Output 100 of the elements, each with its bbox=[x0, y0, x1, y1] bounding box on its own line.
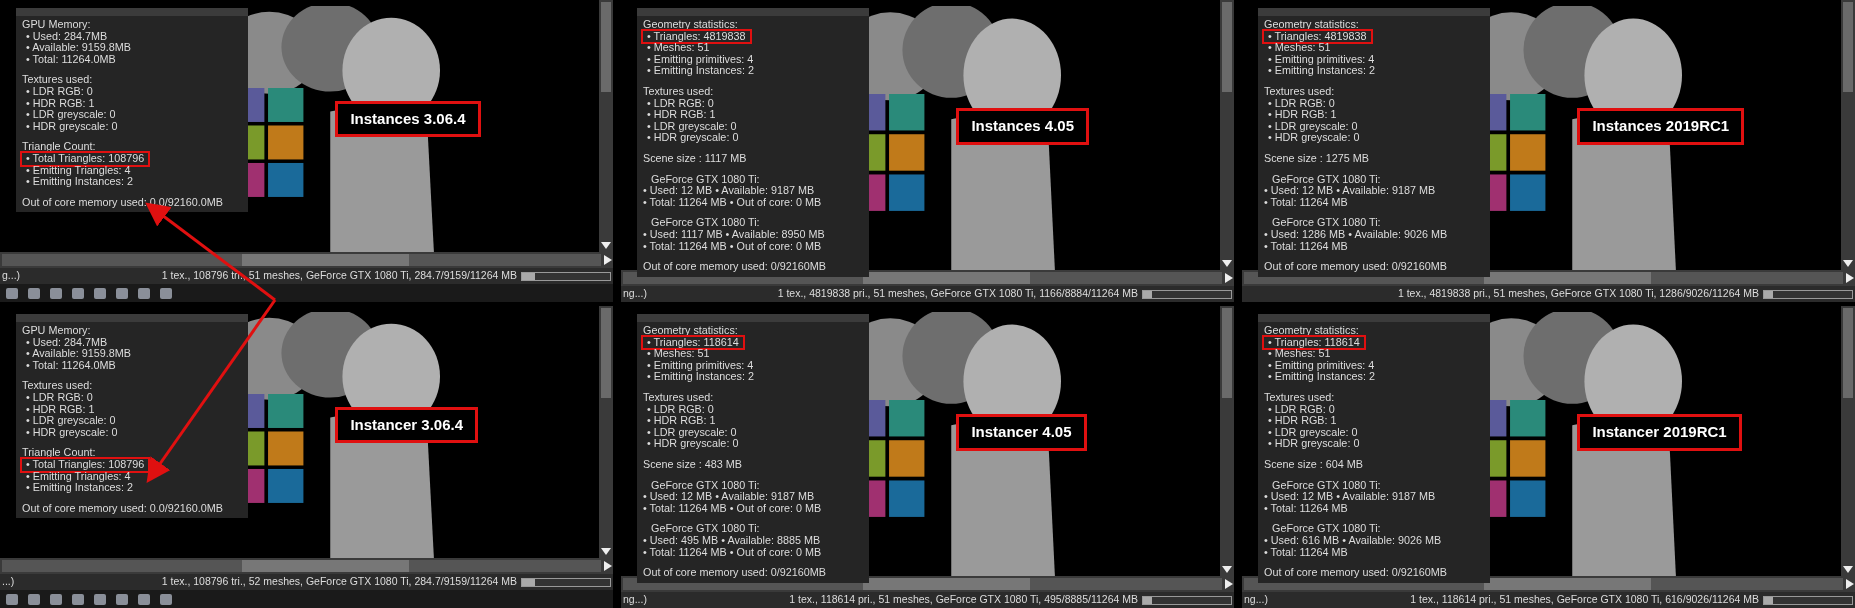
toolbar-icon[interactable] bbox=[72, 287, 84, 299]
stats-line: • LDR RGB: 0 bbox=[1267, 403, 1335, 416]
scrollbar-thumb[interactable] bbox=[1843, 2, 1853, 92]
stats-line: • Emitting Instances: 2 bbox=[1267, 65, 1375, 77]
scroll-right-icon[interactable] bbox=[603, 561, 613, 571]
stats-line: • HDR greyscale: 0 bbox=[1267, 438, 1360, 450]
toolbar-icon[interactable] bbox=[160, 287, 172, 299]
stats-line: • LDR greyscale: 0 bbox=[25, 415, 116, 427]
stats-line: GeForce GTX 1080 Ti: bbox=[650, 523, 760, 535]
stats-line: • Total: 11264 MB • Out of core: 0 MB bbox=[643, 502, 822, 515]
stats-line: • HDR greyscale: 0 bbox=[1267, 132, 1360, 144]
scrollbar-thumb[interactable] bbox=[1222, 308, 1232, 398]
stats-line: • Used: 1286 MB • Available: 9026 MB bbox=[1264, 228, 1448, 241]
stats-line: Out of core memory used: 0.0/92160.0MB bbox=[22, 196, 225, 209]
stats-line: • Total: 11264.0MB bbox=[25, 359, 116, 372]
stats-line: • Emitting primitives: 4 bbox=[1267, 359, 1375, 372]
scroll-right-icon[interactable] bbox=[603, 255, 613, 265]
scrollbar-thumb[interactable] bbox=[601, 308, 611, 398]
scrollbar-thumb[interactable] bbox=[241, 560, 410, 572]
stats-line: • Used: 284.7MB bbox=[25, 336, 108, 349]
stats-line: • Emitting Instances: 2 bbox=[1267, 371, 1375, 383]
scroll-right-icon[interactable] bbox=[1845, 273, 1855, 283]
scrollbar-thumb[interactable] bbox=[601, 2, 611, 92]
toolbar-icon[interactable] bbox=[94, 287, 106, 299]
scroll-right-icon[interactable] bbox=[1224, 579, 1234, 589]
stats-line: • Total Triangles: 108796 bbox=[22, 458, 149, 471]
stats-line: GeForce GTX 1080 Ti: bbox=[1271, 523, 1381, 535]
toolbar-icon[interactable] bbox=[138, 287, 150, 299]
stats-line: • LDR RGB: 0 bbox=[25, 391, 93, 404]
scrollbar-thumb[interactable] bbox=[862, 578, 1031, 590]
stats-line: GPU Memory: bbox=[22, 325, 91, 337]
stats-line: GeForce GTX 1080 Ti: bbox=[650, 173, 760, 186]
stats-line: • Total: 11264 MB • Out of core: 0 MB bbox=[643, 240, 822, 253]
stats-line: Out of core memory used: 0/92160MB bbox=[643, 567, 828, 579]
toolbar-icon[interactable] bbox=[6, 287, 18, 299]
toolbar-icon[interactable] bbox=[160, 593, 172, 605]
stats-line: • Total: 11264 MB • Out of core: 0 MB bbox=[643, 196, 822, 209]
stats-line: • HDR RGB: 1 bbox=[646, 109, 716, 121]
toolbar-icon[interactable] bbox=[6, 593, 18, 605]
scroll-down-icon[interactable] bbox=[1222, 258, 1232, 268]
status-text: 1 tex., 118614 pri., 51 meshes, GeForce GTX 1080 Ti, 616/9026/11264 MB bbox=[1410, 592, 1759, 608]
toolbar-icon[interactable] bbox=[116, 287, 128, 299]
status-text: g...) bbox=[2, 268, 21, 284]
stats-line: • Used: 12 MB • Available: 9187 MB bbox=[643, 185, 815, 197]
stats-line: Out of core memory used: 0/92160MB bbox=[1264, 567, 1449, 579]
scroll-right-icon[interactable] bbox=[1845, 579, 1855, 589]
stats-line: • Used: 616 MB • Available: 9026 MB bbox=[1264, 534, 1442, 547]
stats-line: • Emitting primitives: 4 bbox=[646, 53, 754, 66]
stats-line: • Triangles: 4819838 bbox=[1264, 30, 1371, 43]
stats-line: • Used: 284.7MB bbox=[25, 30, 108, 43]
scrollbar-thumb[interactable] bbox=[241, 254, 410, 266]
stats-line: • Emitting Instances: 2 bbox=[25, 482, 133, 494]
stats-line: GeForce GTX 1080 Ti: bbox=[650, 217, 760, 229]
scroll-down-icon[interactable] bbox=[1843, 564, 1853, 574]
scroll-down-icon[interactable] bbox=[1843, 258, 1853, 268]
stats-line: GPU Memory: bbox=[22, 19, 91, 31]
stats-line: • Total Triangles: 108796 bbox=[22, 152, 149, 165]
stats-line: • HDR greyscale: 0 bbox=[25, 120, 118, 133]
stats-line: • Used: 495 MB • Available: 8885 MB bbox=[643, 534, 821, 547]
stats-line: • Triangles: 118614 bbox=[1264, 336, 1364, 349]
stats-line: • LDR RGB: 0 bbox=[646, 97, 714, 110]
stats-line: Scene size : 1275 MB bbox=[1264, 152, 1370, 165]
toolbar-icon[interactable] bbox=[50, 287, 62, 299]
toolbar-icon[interactable] bbox=[72, 593, 84, 605]
stats-line: Geometry statistics: bbox=[643, 325, 738, 337]
stats-line: • LDR RGB: 0 bbox=[646, 403, 714, 416]
scroll-right-icon[interactable] bbox=[1224, 273, 1234, 283]
stats-line: Geometry statistics: bbox=[1264, 19, 1359, 31]
toolbar-icon[interactable] bbox=[116, 593, 128, 605]
scroll-down-icon[interactable] bbox=[601, 240, 611, 250]
toolbar-icon[interactable] bbox=[94, 593, 106, 605]
scroll-down-icon[interactable] bbox=[601, 546, 611, 556]
stats-line: • LDR greyscale: 0 bbox=[646, 426, 737, 439]
toolbar-icon[interactable] bbox=[138, 593, 150, 605]
stats-line: • Total: 11264 MB bbox=[1264, 196, 1348, 209]
scrollbar-thumb[interactable] bbox=[1222, 2, 1232, 92]
stats-line: • Emitting Triangles: 4 bbox=[25, 164, 131, 177]
stats-line: GeForce GTX 1080 Ti: bbox=[1271, 479, 1381, 492]
stats-line: • LDR RGB: 0 bbox=[25, 85, 93, 98]
stats-line: • HDR greyscale: 0 bbox=[646, 132, 739, 144]
toolbar-icon[interactable] bbox=[28, 287, 40, 299]
scrollbar-thumb[interactable] bbox=[1483, 272, 1652, 284]
stats-line: • LDR RGB: 0 bbox=[1267, 97, 1335, 110]
scroll-down-icon[interactable] bbox=[1222, 564, 1232, 574]
status-text: 1 tex., 4819838 pri., 51 meshes, GeForce GTX 1080 Ti, 1286/9026/11264 MB bbox=[1397, 286, 1759, 302]
scrollbar-thumb[interactable] bbox=[1483, 578, 1652, 590]
scrollbar-thumb[interactable] bbox=[1843, 308, 1853, 398]
stats-line: Textures used: bbox=[643, 391, 714, 404]
stats-line: • Emitting Triangles: 4 bbox=[25, 470, 131, 483]
status-text: ...) bbox=[2, 574, 15, 590]
scrollbar-thumb[interactable] bbox=[862, 272, 1031, 284]
stats-line: Textures used: bbox=[1264, 391, 1335, 404]
stats-line: Triangle Count: bbox=[22, 141, 96, 153]
stats-line: Geometry statistics: bbox=[643, 19, 738, 31]
stats-line: • Emitting Instances: 2 bbox=[646, 65, 754, 77]
stats-line: • LDR greyscale: 0 bbox=[646, 120, 737, 133]
toolbar-icon[interactable] bbox=[50, 593, 62, 605]
stats-line: • Meshes: 51 bbox=[1267, 348, 1331, 360]
toolbar-icon[interactable] bbox=[28, 593, 40, 605]
stats-line: • Emitting primitives: 4 bbox=[646, 359, 754, 372]
